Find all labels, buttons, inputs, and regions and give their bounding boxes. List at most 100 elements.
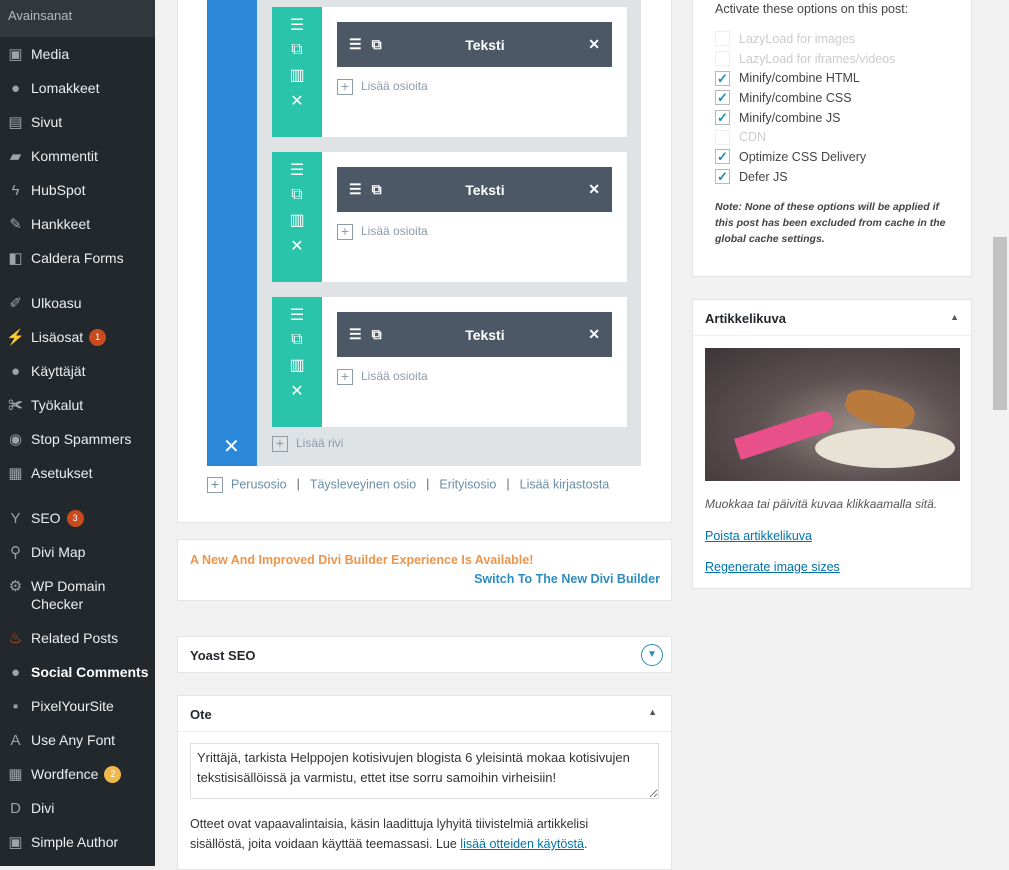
remove-featured-link[interactable]: Poista artikkelikuva [705, 529, 812, 543]
sidebar-item-wordfence[interactable]: ▦ Wordfence 2 [0, 759, 155, 789]
checkbox[interactable]: ✓ [715, 70, 730, 86]
collapse-arrow-icon[interactable]: ▲ [648, 707, 657, 717]
delete-icon[interactable]: ✕ [290, 236, 303, 256]
add-row-label: Lisää rivi [296, 436, 344, 451]
cache-note: Note: None of these options will be appl… [715, 201, 946, 245]
sidebar-item-media[interactable]: ▣ Media [0, 39, 155, 69]
delete-section-icon[interactable]: ✕ [223, 434, 240, 459]
link-specialty[interactable]: Erityisosio [439, 477, 496, 491]
add-row-button[interactable]: + Lisää rivi [272, 436, 343, 452]
sidebar-item-hankkeet[interactable]: ✎ Hankkeet [0, 209, 155, 239]
settings-icon[interactable]: ⧉ [372, 36, 382, 53]
sidebar-item-asetukset[interactable]: ▦ Asetukset [0, 458, 155, 488]
sidebar-item-divi-map[interactable]: ⚲ Divi Map [0, 537, 155, 567]
sidebar-item-related-posts[interactable]: ♨ Related Posts [0, 623, 155, 653]
cache-option-checkbox[interactable]: ✓ Minify/combine JS [715, 108, 965, 128]
add-module-button[interactable]: + Lisää osioita [337, 79, 428, 95]
sidebar-item-avainsanat[interactable]: Avainsanat [0, 0, 155, 37]
columns-icon[interactable]: ▥ [289, 65, 304, 85]
checkbox[interactable]: ✓ [715, 169, 730, 185]
text-module[interactable]: ☰ ⧉ Teksti ✕ [337, 22, 612, 67]
close-icon[interactable]: ✕ [588, 36, 600, 53]
cache-option-checkbox[interactable]: LazyLoad for images [715, 29, 965, 49]
checkbox-label: Minify/combine CSS [739, 90, 852, 105]
yoast-seo-box[interactable]: Yoast SEO ▼ [177, 636, 672, 673]
move-icon[interactable]: ☰ [349, 181, 362, 198]
sidebar-item-ty-kalut[interactable]: ✀ Työkalut [0, 390, 155, 420]
sidebar-item-caldera-forms[interactable]: ◧ Caldera Forms [0, 243, 155, 273]
columns-icon[interactable]: ▥ [289, 355, 304, 375]
delete-icon[interactable]: ✕ [290, 381, 303, 401]
checkbox[interactable] [715, 31, 730, 47]
sidebar-item-lis-osat[interactable]: ⚡ Lisäosat 1 [0, 322, 155, 352]
notification-badge: 1 [89, 328, 107, 346]
sidebar-item-wp-domain-checker[interactable]: ⚙ WP Domain Checker [0, 577, 155, 617]
builder-row: ☰ ⧉ ▥ ✕ ☰ ⧉ Teksti ✕ + Lisää osioita [272, 297, 627, 427]
sidebar-item-lomakkeet[interactable]: ● Lomakkeet [0, 73, 155, 103]
sidebar-item-social-comments[interactable]: ● Social Comments [0, 657, 155, 687]
checkbox-label: LazyLoad for iframes/videos [739, 51, 896, 66]
sidebar-item-hubspot[interactable]: ϟ HubSpot [0, 175, 155, 205]
sidebar-item-pixelyoursite[interactable]: ▪ PixelYourSite [0, 691, 155, 721]
sidebar-item-sivut[interactable]: ▤ Sivut [0, 107, 155, 137]
settings-icon[interactable]: ⧉ [372, 326, 382, 343]
excerpt-help-link[interactable]: lisää otteiden käytöstä [460, 837, 584, 851]
move-icon[interactable]: ☰ [349, 36, 362, 53]
checkbox[interactable]: ✓ [715, 90, 730, 106]
map-pin-icon: ⚲ [10, 544, 21, 561]
cache-option-checkbox[interactable]: ✓ Defer JS [715, 167, 965, 187]
cache-option-checkbox[interactable]: ✓ Minify/combine CSS [715, 88, 965, 108]
sidebar-item-label: Use Any Font [31, 732, 116, 748]
columns-icon[interactable]: ▥ [289, 210, 304, 230]
move-icon[interactable]: ☰ [290, 15, 304, 35]
sidebar-item-use-any-font[interactable]: A Use Any Font [0, 725, 155, 755]
checkbox[interactable]: ✓ [715, 110, 730, 126]
switch-builder-link[interactable]: Switch To The New Divi Builder [474, 572, 660, 586]
delete-icon[interactable]: ✕ [290, 91, 303, 111]
sidebar-item-label: Kommentit [31, 148, 98, 164]
move-icon[interactable]: ☰ [290, 305, 304, 325]
close-icon[interactable]: ✕ [588, 181, 600, 198]
text-module[interactable]: ☰ ⧉ Teksti ✕ [337, 167, 612, 212]
sidebar-item-kommentit[interactable]: ▰ Kommentit [0, 141, 155, 171]
link-library[interactable]: Lisää kirjastosta [520, 477, 610, 491]
cache-option-checkbox[interactable]: CDN [715, 127, 965, 147]
checkbox[interactable]: ✓ [715, 149, 730, 165]
collapse-arrow-icon[interactable]: ▲ [950, 312, 959, 322]
checkbox[interactable] [715, 51, 730, 67]
plus-icon: + [337, 369, 353, 385]
add-module-button[interactable]: + Lisää osioita [337, 369, 428, 385]
chevron-down-icon[interactable]: ▼ [641, 644, 663, 666]
link-perusosio[interactable]: Perusosio [231, 477, 287, 491]
regenerate-sizes-link[interactable]: Regenerate image sizes [705, 560, 840, 574]
excerpt-textarea[interactable]: Yrittäjä, tarkista Helppojen kotisivujen… [190, 743, 659, 799]
hubspot-icon: ϟ [11, 181, 20, 199]
settings-icon[interactable]: ⧉ [291, 41, 302, 59]
settings-icon[interactable]: ⧉ [291, 331, 302, 349]
sidebar-item-k-ytt-j-t[interactable]: ● Käyttäjät [0, 356, 155, 386]
sidebar-item-seo[interactable]: Y SEO 3 [0, 503, 155, 533]
checkbox[interactable] [715, 129, 730, 145]
close-icon[interactable]: ✕ [588, 326, 600, 343]
featured-image[interactable] [705, 348, 960, 481]
cache-option-checkbox[interactable]: ✓ Minify/combine HTML [715, 68, 965, 88]
sidebar-item-stop-spammers[interactable]: ◉ Stop Spammers [0, 424, 155, 454]
sidebar-item-simple-author[interactable]: ▣ Simple Author [0, 827, 155, 857]
link-fullwidth[interactable]: Täysleveyinen osio [310, 477, 416, 491]
settings-icon[interactable]: ⧉ [372, 181, 382, 198]
scrollbar-thumb[interactable] [993, 237, 1007, 410]
move-icon[interactable]: ☰ [349, 326, 362, 343]
sidebar-item-divi[interactable]: D Divi [0, 793, 155, 823]
text-module[interactable]: ☰ ⧉ Teksti ✕ [337, 312, 612, 357]
featured-header[interactable]: Artikkelikuva ▲ [693, 300, 971, 336]
gear-icon: ⚙ [8, 578, 23, 595]
module-label: Teksti [465, 181, 505, 198]
excerpt-header[interactable]: Ote ▲ [178, 696, 671, 732]
cache-option-checkbox[interactable]: ✓ Optimize CSS Delivery [715, 147, 965, 167]
settings-icon[interactable]: ⧉ [291, 186, 302, 204]
sidebar-item-label: Caldera Forms [31, 250, 124, 266]
sidebar-item-ulkoasu[interactable]: ✐ Ulkoasu [0, 288, 155, 318]
move-icon[interactable]: ☰ [290, 160, 304, 180]
add-module-button[interactable]: + Lisää osioita [337, 224, 428, 240]
cache-option-checkbox[interactable]: LazyLoad for iframes/videos [715, 49, 965, 69]
